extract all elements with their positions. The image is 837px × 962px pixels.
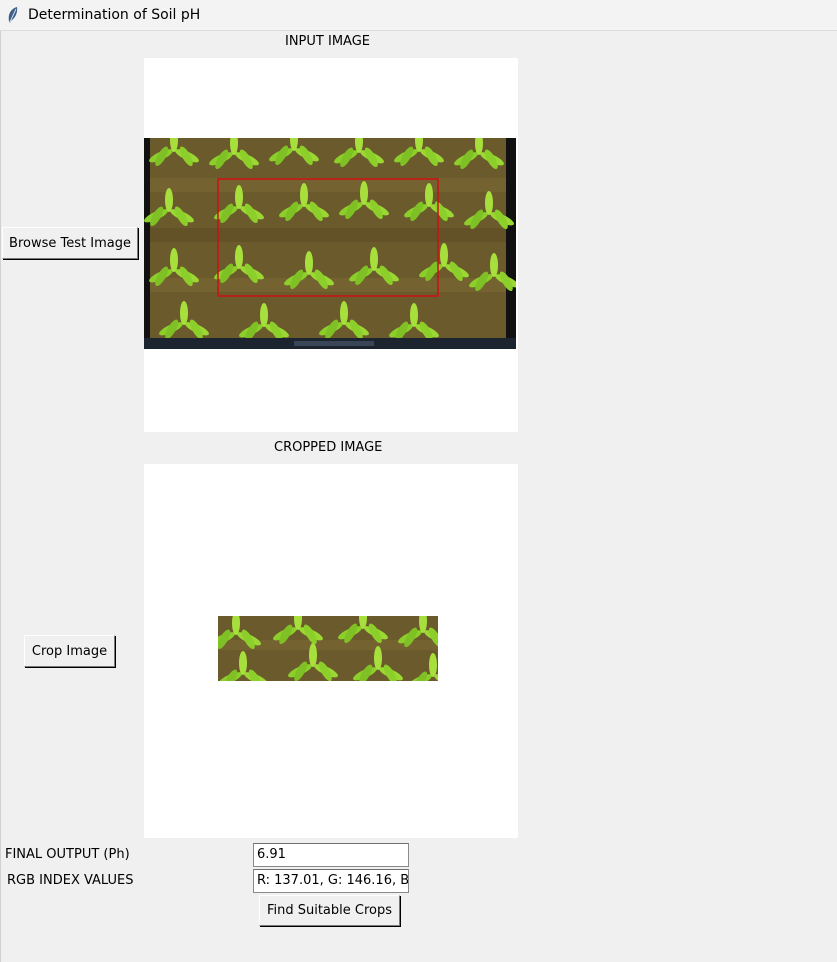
cropped-image-panel [144,464,518,838]
main-window: INPUT IMAGE Browse Test Image CROPPED IM… [0,31,837,962]
input-image-heading: INPUT IMAGE [285,34,370,49]
find-suitable-crops-button[interactable]: Find Suitable Crops [259,895,400,926]
rgb-index-field[interactable]: R: 137.01, G: 146.16, B: 4 [253,869,409,893]
window-title: Determination of Soil pH [28,7,201,23]
final-output-field[interactable]: 6.91 [253,843,409,867]
cropped-image [218,616,438,681]
crop-image-button[interactable]: Crop Image [24,635,115,667]
title-bar: Determination of Soil pH [0,0,837,31]
input-image-panel [144,58,518,432]
rgb-index-label: RGB INDEX VALUES [7,873,134,888]
cropped-image-heading: CROPPED IMAGE [274,440,383,455]
input-image [144,138,516,349]
browse-test-image-button[interactable]: Browse Test Image [2,227,138,259]
feather-icon [8,7,18,23]
final-output-label: FINAL OUTPUT (Ph) [5,847,130,862]
